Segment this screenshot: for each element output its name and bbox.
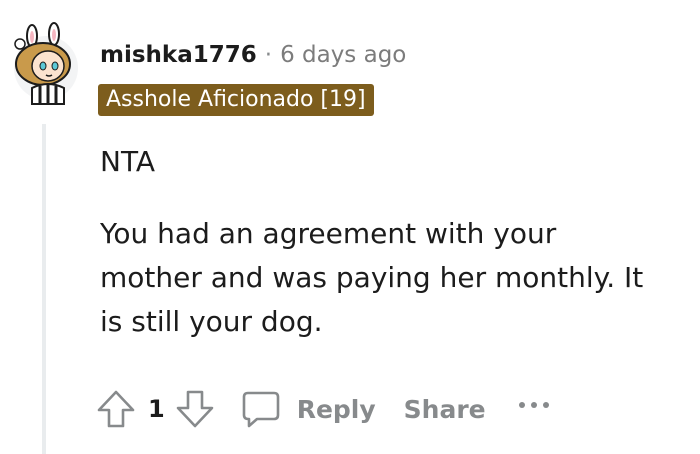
downvote-button[interactable] [173,387,217,431]
comment-meta: mishka1776 · 6 days ago [100,38,406,72]
ellipsis-icon [518,402,549,408]
comment-actions: 1 Reply Share [94,384,552,434]
timestamp[interactable]: 6 days ago [280,42,406,68]
reply-button[interactable]: Reply [239,387,376,431]
share-button[interactable]: Share [404,395,486,424]
comment-body: NTA You had an agreement with your mothe… [100,140,660,344]
thread-line[interactable] [42,124,46,454]
comment: mishka1776 · 6 days ago Asshole Aficiona… [0,0,700,454]
vote-score: 1 [148,395,165,423]
avatar[interactable] [10,22,82,106]
more-options-button[interactable] [516,394,552,424]
speech-bubble-icon [242,391,280,428]
reply-label: Reply [296,394,376,424]
meta-separator: · [264,42,273,68]
comment-paragraph: NTA [100,145,156,178]
author-name[interactable]: mishka1776 [100,42,257,68]
comment-paragraph: You had an agreement with your mother an… [100,217,644,338]
user-flair: Asshole Aficionado [19] [98,84,374,116]
upvote-button[interactable] [94,387,138,431]
user-avatar-icon [14,22,78,105]
arrow-up-icon [97,390,135,428]
arrow-down-icon [176,390,214,428]
